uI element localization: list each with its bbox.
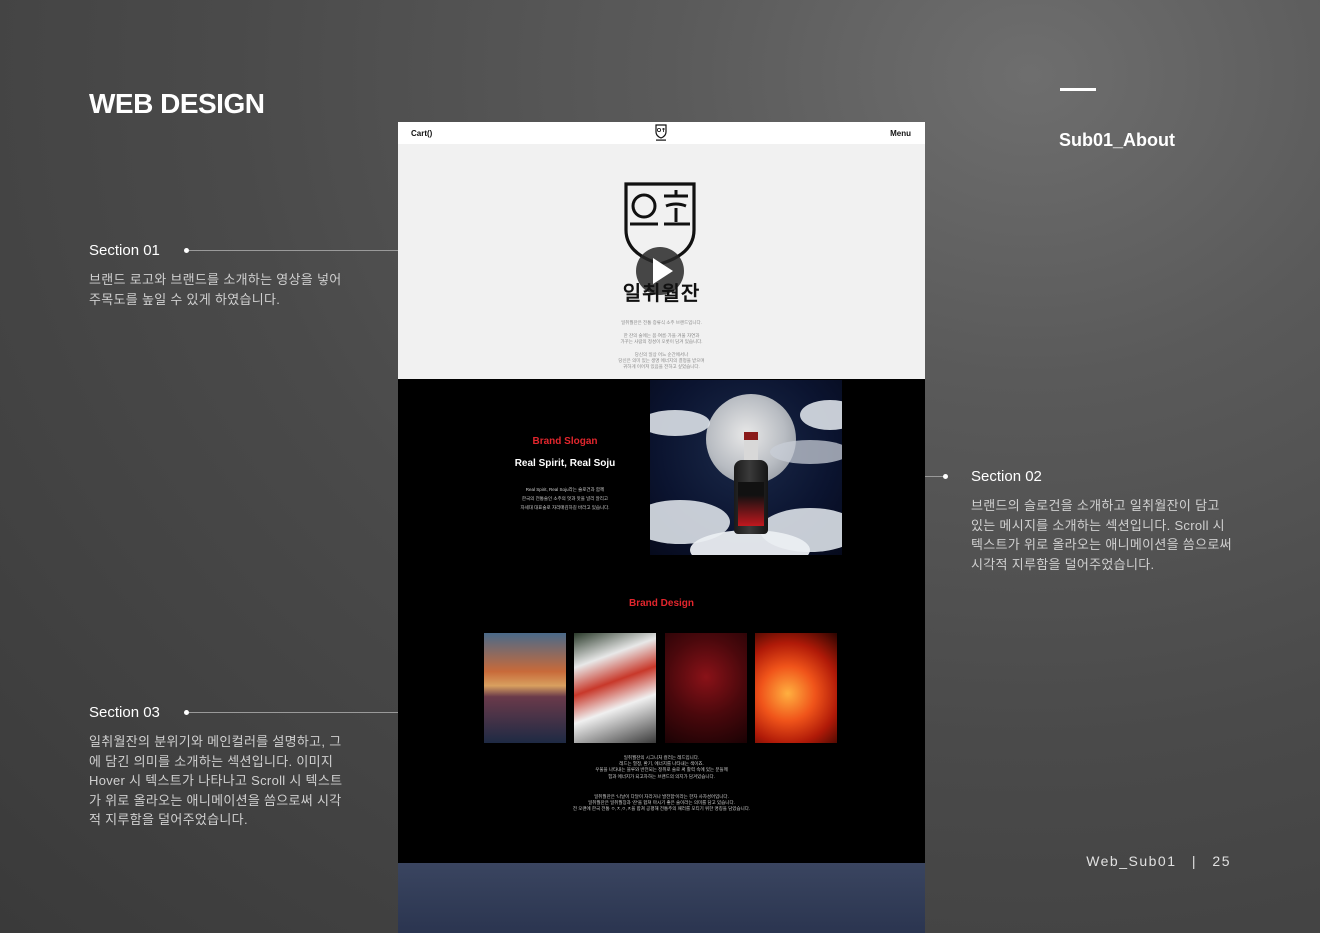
section-02-desc-line: 브랜드의 슬로건을 소개하고 일취월잔이 담고 xyxy=(971,498,1220,513)
section-02-desc-line: 텍스트가 위로 올라오는 애니메이션을 씀으로써 xyxy=(971,537,1232,552)
page-footer: Web_Sub01 | 25 xyxy=(1086,853,1231,869)
mock-menu-button[interactable]: Menu xyxy=(890,129,911,138)
moon-bottle-image xyxy=(650,380,842,555)
cloud-shape xyxy=(800,400,842,430)
brand-slogan-body: Real Spirit, Real Soju라는 슬로건과 함께 한국의 전통술… xyxy=(490,485,640,512)
slogan-body-line: 자세대 대표술로 자리매김하길 바라고 있습니다. xyxy=(520,505,610,510)
brand-design-label: Brand Design xyxy=(628,598,694,609)
mock-hero-text-line: 일취월잔은 전통 증류식 소주 브랜드입니다. xyxy=(621,320,702,325)
section-02-desc-line: 있는 메시지를 소개하는 섹션입니다. Scroll 시 xyxy=(971,517,1225,533)
mock-navbar: Cart() Menu xyxy=(398,122,925,144)
mock-cart-link[interactable]: Cart() xyxy=(411,129,432,138)
footer-page-label: Web_Sub01 xyxy=(1086,853,1177,869)
section-02-title: Section 02 xyxy=(971,468,1042,485)
section-02-desc: 브랜드의 슬로건을 소개하고 일취월잔이 담고 있는 메시지를 소개하는 섹션입… xyxy=(971,496,1232,574)
mock-hero-text-line: 가꾸는 사람의 정성이 오롯이 담겨 있습니다. xyxy=(620,339,703,344)
section-01-desc: 브랜드 로고와 브랜드를 소개하는 영상을 넣어 주목도를 높일 수 있게 하였… xyxy=(89,270,342,309)
section-01-desc-line: 주목도를 높일 수 있게 하였습니다. xyxy=(89,291,281,307)
mock-hero-text-line: 귀하게 이어져 있음을 전하고 싶었습니다. xyxy=(623,364,700,369)
design-tile-cocktail[interactable] xyxy=(574,633,656,743)
section-03-desc-line: 가 위로 올라오는 애니메이션을 씀으로써 시각 xyxy=(89,792,342,808)
brand-slogan-headline: Real Spirit, Real Soju xyxy=(514,458,616,469)
cloud-shape xyxy=(650,410,710,436)
section-02-leader xyxy=(925,476,945,477)
section-03-leader xyxy=(189,712,398,713)
design-tile-fire[interactable] xyxy=(755,633,837,743)
section-02-desc-line: 시각적 지루함을 덜어주었습니다. xyxy=(971,556,1155,572)
section-03-desc: 일취월잔의 분위기와 메인컬러를 설명하고, 그 에 담긴 의미를 소개하는 섹… xyxy=(89,732,342,830)
mock-hero-section: 일취월잔 일취월잔은 전통 증류식 소주 브랜드입니다. 한 잔의 술에는 봄·… xyxy=(398,144,925,379)
design-tile-red-crowd[interactable] xyxy=(665,633,747,743)
section-01-leader xyxy=(189,250,398,251)
brand-design-body-2: 일취월잔은 '나날이 다달이 자라거나 발전함'이라는 한자 사자성어입니다. … xyxy=(398,794,925,813)
page-subtitle: Sub01_About xyxy=(1059,130,1176,150)
section-03-title: Section 03 xyxy=(89,704,160,721)
design-body-line: 전 오랜에 한국 전통 ㅇ,ㅊ,ㅇ,ㅈ을 합쳐 공평해 전통주의 패러를 모티기… xyxy=(572,806,751,812)
section-03-desc-line: 적 지루함을 덜어주었습니다. xyxy=(89,812,248,827)
bottle-label xyxy=(738,482,764,526)
design-tile-sunset[interactable] xyxy=(484,633,566,743)
cloud-shape xyxy=(770,440,842,464)
footer-page-number: 25 xyxy=(1212,853,1231,869)
footer-separator: | xyxy=(1191,853,1198,869)
page-title: WEB DESIGN xyxy=(89,88,265,119)
section-01-desc-line: 브랜드 로고와 브랜드를 소개하는 영상을 넣어 xyxy=(89,272,342,287)
section-03-desc-line: 일취월잔의 분위기와 메인컬러를 설명하고, 그 xyxy=(89,734,342,749)
brand-slogan-label: Brand Slogan xyxy=(532,436,598,447)
section-03-desc-line: 에 담긴 의미를 소개하는 섹션입니다. 이미지 xyxy=(89,753,334,769)
bottle-cap xyxy=(744,432,758,440)
mock-next-section xyxy=(398,863,925,933)
slogan-body-line: 한국의 전통술인 소주의 멋과 맛을 널리 알리고 xyxy=(521,496,609,501)
mock-nav-logo-icon[interactable] xyxy=(654,124,668,142)
section-02-dot xyxy=(943,474,948,479)
mock-hero-brand-name: 일취월잔 xyxy=(622,283,701,305)
design-body-line: 힘과 에너지가 되고자하는 브랜드의 의지가 담겨있습니다. xyxy=(608,773,715,779)
brand-design-body-1: 일취월잔의 시그니처 컬러는 레드입니다. 레드는 열정, 환기, 에너지를 나… xyxy=(398,755,925,780)
website-mockup: Cart() Menu 일취월잔 일취월잔은 전통 증류식 소주 브랜드입니다.… xyxy=(398,122,925,933)
section-01-title: Section 01 xyxy=(89,242,160,259)
section-03-desc-line: Hover 시 텍스트가 나타나고 Scroll 시 텍스트 xyxy=(89,773,343,788)
slogan-body-line: Real Spirit, Real Soju라는 슬로건과 함께 xyxy=(525,487,605,492)
title-dash xyxy=(1060,88,1096,91)
